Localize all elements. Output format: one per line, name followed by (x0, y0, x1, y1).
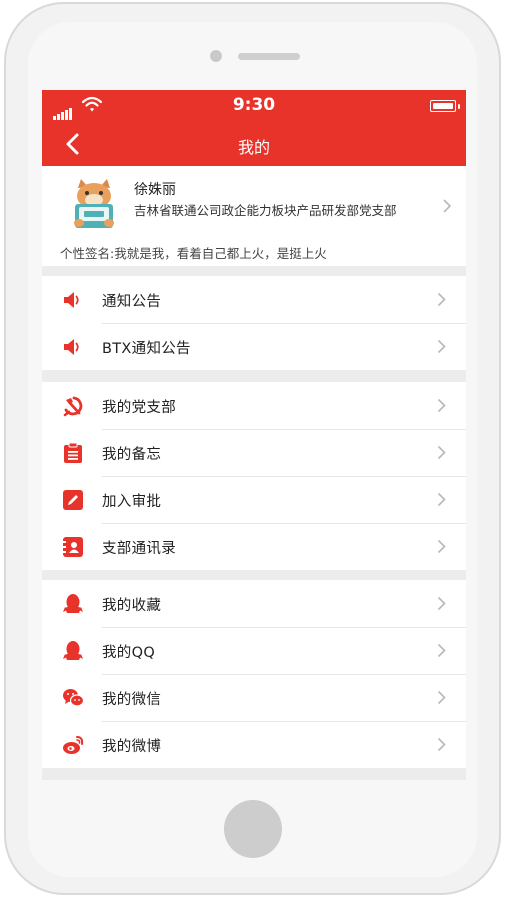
menu-item-branch-contacts[interactable]: 支部通讯录 (42, 523, 466, 570)
menu-item-my-qq[interactable]: 我的QQ (42, 627, 466, 674)
menu-item-label: 支部通讯录 (102, 541, 176, 557)
chevron-right-icon (437, 445, 446, 460)
chevron-right-icon (437, 539, 446, 554)
chevron-right-icon (443, 199, 452, 213)
menu-item-btx-notice[interactable]: BTX通知公告 (42, 323, 466, 370)
battery-icon (430, 100, 460, 112)
app-screen: 9:30 我的 徐姝丽 吉林省联通公司政企能力板块产品研发部党支部 个性签名:我… (42, 90, 466, 780)
menu-item-memo[interactable]: 我的备忘 (42, 429, 466, 476)
menu-item-my-branch[interactable]: 我的党支部 (42, 382, 466, 429)
profile-name: 徐姝丽 (134, 182, 176, 198)
home-button[interactable] (224, 800, 282, 858)
chevron-right-icon (437, 643, 446, 658)
notice-section: 通知公告 BTX通知公告 (42, 276, 466, 370)
menu-item-label: 我的QQ (102, 645, 156, 661)
weibo-icon (63, 736, 84, 754)
menu-item-join-approval[interactable]: 加入审批 (42, 476, 466, 523)
status-bar: 9:30 (42, 90, 466, 122)
menu-item-label: 我的收藏 (102, 598, 162, 614)
earpiece-speaker (238, 53, 300, 60)
qq-icon (63, 641, 83, 660)
menu-item-favorites[interactable]: 我的收藏 (42, 580, 466, 627)
page-title: 我的 (237, 138, 270, 157)
chevron-right-icon (437, 339, 446, 354)
menu-item-label: BTX通知公告 (102, 341, 191, 357)
menu-item-notice[interactable]: 通知公告 (42, 276, 466, 323)
edit-icon (63, 490, 83, 510)
menu-item-my-weibo[interactable]: 我的微博 (42, 721, 466, 768)
menu-item-label: 我的微博 (102, 739, 162, 755)
camera-icon (210, 50, 222, 62)
wechat-icon (63, 689, 84, 707)
profile-card[interactable]: 徐姝丽 吉林省联通公司政企能力板块产品研发部党支部 个性签名:我就是我，看着自己… (42, 166, 466, 266)
hammer-sickle-icon (63, 396, 83, 417)
speaker-icon (64, 292, 79, 308)
contact-card-icon (63, 537, 83, 557)
social-section: 我的收藏 我的QQ 我的微信 我的微博 (42, 580, 466, 768)
party-section: 我的党支部 我的备忘 加入审批 支部通讯录 (42, 382, 466, 570)
chevron-right-icon (437, 292, 446, 307)
profile-signature: 个性签名:我就是我，看着自己都上火，是挺上火 (60, 246, 327, 261)
menu-item-label: 我的微信 (102, 692, 162, 708)
speaker-icon (64, 339, 79, 355)
chevron-right-icon (437, 737, 446, 752)
menu-item-label: 加入审批 (102, 494, 162, 510)
chevron-right-icon (437, 596, 446, 611)
nav-bar: 我的 (42, 122, 466, 166)
avatar (74, 179, 114, 228)
menu-item-label: 我的党支部 (102, 400, 176, 416)
chevron-right-icon (437, 690, 446, 705)
qq-icon (63, 594, 83, 613)
menu-item-my-wechat[interactable]: 我的微信 (42, 674, 466, 721)
menu-item-label: 通知公告 (102, 294, 162, 310)
menu-item-label: 我的备忘 (102, 447, 162, 463)
chevron-right-icon (437, 492, 446, 507)
clipboard-icon (64, 442, 82, 463)
chevron-right-icon (437, 398, 446, 413)
status-time: 9:30 (232, 95, 276, 115)
profile-organization: 吉林省联通公司政企能力板块产品研发部党支部 (134, 203, 397, 218)
